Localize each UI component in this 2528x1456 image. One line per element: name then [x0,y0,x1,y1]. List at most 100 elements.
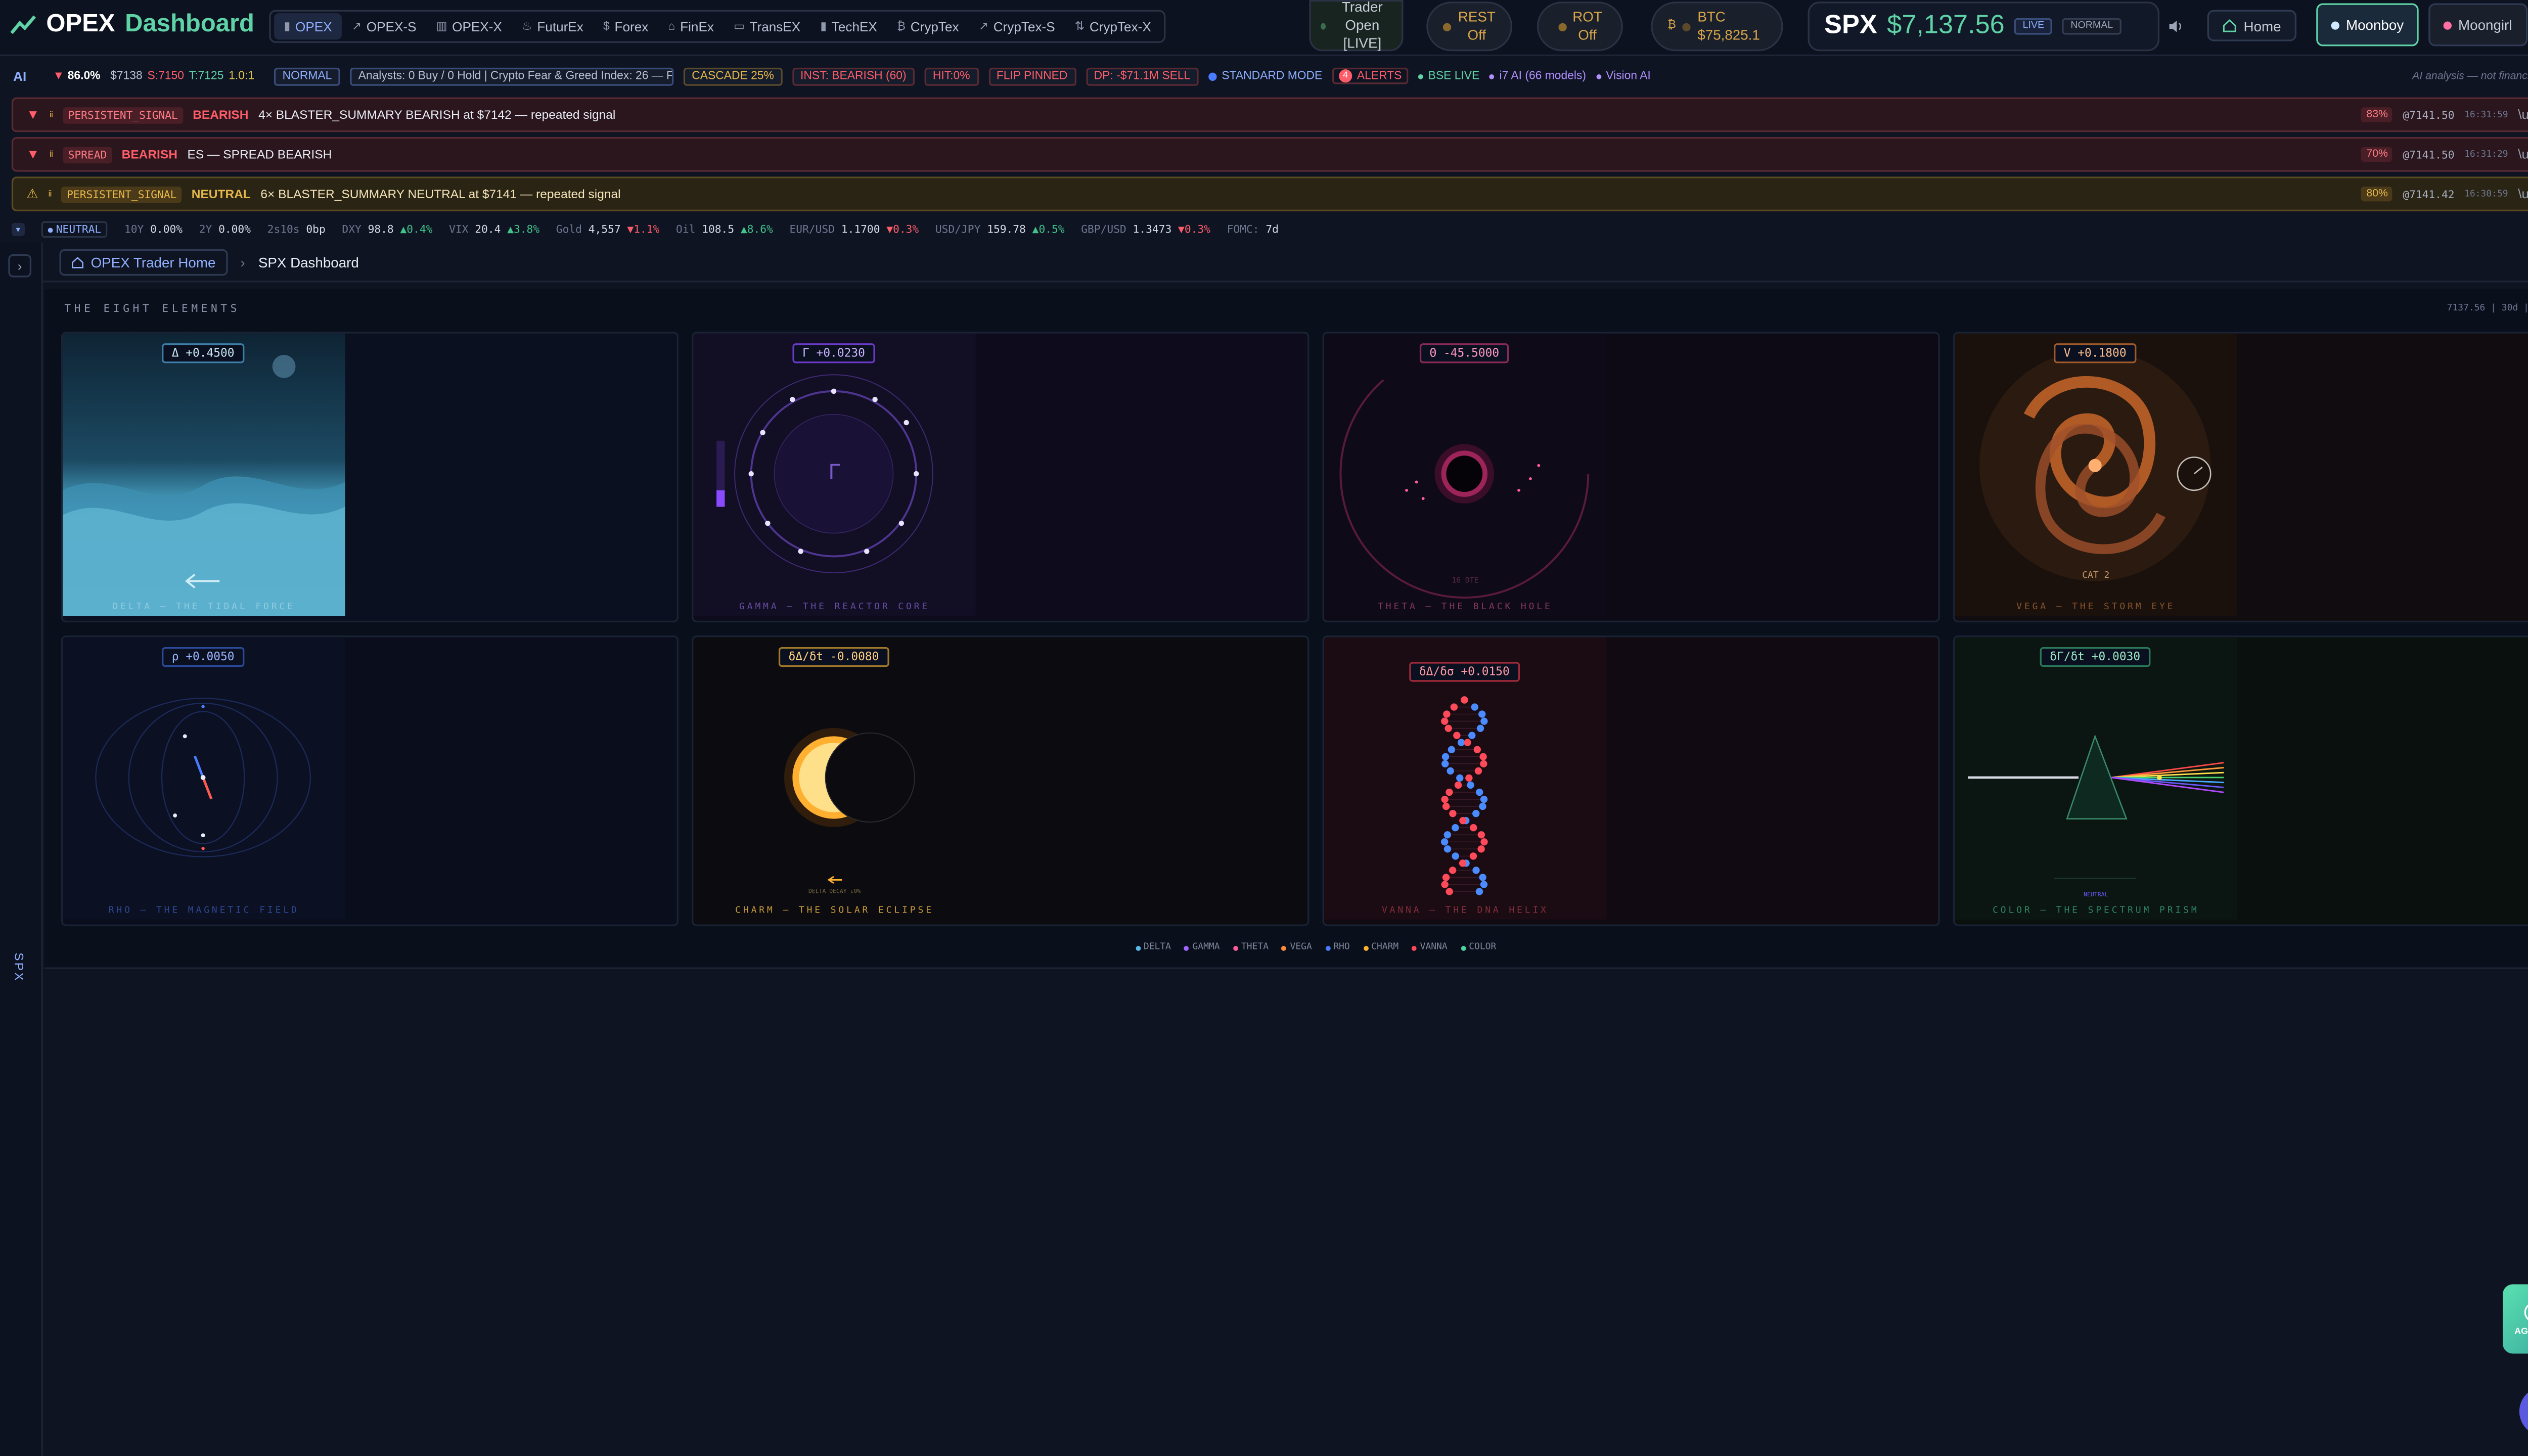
helix-node [1476,788,1483,796]
rest-toggle[interactable]: REST Off [1426,2,1513,52]
elements-legend: DELTA GAMMA THETA VEGA RHO CHARM VANNA COLOR [44,942,2528,952]
helix-node [1477,845,1485,853]
dismiss-alert-button[interactable]: \u00D7 [2518,187,2528,201]
trader-status[interactable]: Trader Open [LIVE] [1309,0,1404,51]
tab-transex[interactable]: ▭ TransEX [724,13,810,39]
spx-quote[interactable]: SPX $7,137.56 LIVE NORMAL [1808,2,2160,52]
ticker-value: 20.4 [475,222,501,236]
moon-icon [2443,20,2452,29]
helix-node [1446,888,1453,895]
legend-label: DELTA [1143,942,1171,953]
i7-dot-icon [1489,73,1495,79]
legend-dot-icon [1184,945,1189,950]
tab-futurex[interactable]: ♨ FuturEx [512,13,593,39]
delta-card[interactable]: Δ +0.4500 DELTA — THE TIDAL FORCE [61,332,679,623]
i7-ai[interactable]: i7 AI (66 models) [1489,70,1586,82]
charm-card[interactable]: DELTA DECAY ↓0% δΔ/δt -0.0080 CHARM — TH… [692,635,1310,926]
app-title-b: Dashboard [125,10,255,38]
hit-chip[interactable]: HIT:0% [924,67,978,85]
inst-chip[interactable]: INST: BEARISH (60) [792,67,915,85]
tab-opex-s[interactable]: ↗ OPEX-S [342,13,426,39]
helix-node [1472,867,1480,874]
rho-card[interactable]: ρ +0.0050 RHO — THE MAGNETIC FIELD [61,635,679,926]
ai-ratio: 1.0:1 [229,70,255,82]
cascade-chip[interactable]: CASCADE 25% [683,67,783,85]
gamma-card[interactable]: Γ Γ +0.0230 GAMMA — THE REACTOR CORE [692,332,1310,623]
ticker-change: ▲3.8% [507,222,540,236]
vanna-card[interactable]: δΔ/δσ +0.0150 VANNA — THE DNA HELIX [1322,635,1940,926]
alert-price: @7141.50 [2403,148,2455,161]
magnetic-field-icon [95,698,311,857]
breadcrumb-home[interactable]: OPEX Trader Home [59,248,228,275]
speaker-icon[interactable] [2168,18,2184,35]
tab-finex[interactable]: ⌂ FinEx [658,13,724,39]
market-ticker: ▾ NEUTRAL 10Y 0.00% 2Y 0.00% 2s10s 0bp DXY … [0,219,2528,239]
rot-toggle[interactable]: ROT Off [1537,2,1623,52]
theta-card[interactable]: 16 DTE Θ -45.5000 THETA — THE BLACK HOLE [1322,332,1940,623]
eight-elements-panel: THE EIGHT ELEMENTS 7137.56 | 30d | IV 25… [44,289,2528,969]
helix-node [1457,739,1465,746]
dismiss-alert-button[interactable]: \u00D7 [2518,147,2528,162]
legend-dot-icon [1363,945,1368,950]
flip-chip[interactable]: FLIP PINNED [988,67,1076,85]
ticker-value: 108.5 [702,222,735,236]
tab-forex[interactable]: $ Forex [593,13,658,39]
tab-cryptex-s[interactable]: ↗ CrypTex-S [969,13,1065,39]
agents-label: AGENTS [2514,1327,2528,1337]
tab-label: Forex [614,19,649,34]
tab-opex[interactable]: ▮ OPEX [274,13,342,40]
tab-techex[interactable]: ▮ TechEX [810,13,887,39]
gamma-caption: GAMMA — THE REACTOR CORE [739,602,930,613]
tab-cryptex[interactable]: ₿ CrypTex [887,13,969,39]
ticker-item: Gold 4,557 ▼1.1% [556,223,660,236]
chevron-down-icon[interactable]: ▾ [11,222,25,236]
alerts-chip[interactable]: 4 ALERTS [1332,67,1409,84]
helix-node [1450,703,1458,711]
alert-confidence: 80% [2361,186,2393,202]
status-dot-icon [1443,22,1452,31]
helix-node [1447,767,1454,775]
vega-card[interactable]: CAT 2 V +0.1800 VEGA — THE STORM EYE [1953,332,2528,623]
theta-caption: THETA — THE BLACK HOLE [1378,602,1553,613]
app-logo[interactable]: OPEX Dashboard [10,10,254,38]
agents-button[interactable]: AGENTS [2503,1284,2528,1354]
alert-type: PERSISTENT_SIGNAL [63,106,183,123]
dp-chip[interactable]: DP: -$71.1M SELL [1086,67,1199,85]
legend-label: THETA [1241,942,1269,953]
helix-node [1480,760,1487,768]
tab-cryptex-x[interactable]: ⇅ CrypTex-X [1065,13,1161,39]
moonboy-button[interactable]: Moonboy [2316,3,2419,47]
color-card[interactable]: NEUTRAL δΓ/δt +0.0030 COLOR — THE SPECTR… [1953,635,2528,926]
theta-visual: 16 DTE [1324,333,1607,616]
ticker-change: ▼0.3% [886,222,919,236]
btc-price[interactable]: ₿ BTC $75,825.1 [1651,2,1783,52]
standard-mode[interactable]: STANDARD MODE [1208,70,1322,82]
ticker-key: Gold [556,222,582,236]
severity-icon: ⅱ [49,110,54,120]
bse-live[interactable]: BSE LIVE [1418,70,1479,82]
dismiss-alert-button[interactable]: \u00D7 [2518,107,2528,122]
ticker-value: 7d [1266,222,1279,236]
tab-opex-x[interactable]: ▥ OPEX-X [426,13,512,39]
bank-icon: ⌂ [668,20,675,32]
expand-sidebar-button[interactable]: › [8,254,32,278]
alert-row[interactable]: ▼ ⅱ SPREAD BEARISH ES — SPREAD BEARISH 70% @71… [11,137,2528,172]
alert-text: 4× BLASTER_SUMMARY BEARISH at $7142 — re… [258,107,616,122]
severity-icon: ⅱ [48,189,52,199]
vision-ai[interactable]: Vision AI [1596,70,1651,82]
tab-label: OPEX [295,19,332,34]
helix-node [1441,760,1449,768]
ticker-change: ▼1.1% [627,222,660,236]
helix-node [1480,717,1488,725]
alert-price: @7141.42 [2403,187,2455,201]
chat-button[interactable] [2519,1386,2528,1436]
alert-text: ES — SPREAD BEARISH [187,147,332,162]
vega-caption: VEGA — THE STORM EYE [2016,602,2176,613]
alert-row[interactable]: ▼ ⅱ PERSISTENT_SIGNAL BEARISH 4× BLASTER_SUM… [11,97,2528,132]
alert-row[interactable]: ⚠ ⅱ PERSISTENT_SIGNAL NEUTRAL 6× BLASTER_SUM… [11,176,2528,211]
helix-node [1478,710,1486,718]
home-button[interactable]: Home [2207,10,2296,41]
moongirl-button[interactable]: Moongirl [2428,3,2527,47]
ai-stop: S:7150 [147,70,184,82]
analysts-chip[interactable]: Analysts: 0 Buy / 0 Hold | Crypto Fear &… [350,67,674,85]
